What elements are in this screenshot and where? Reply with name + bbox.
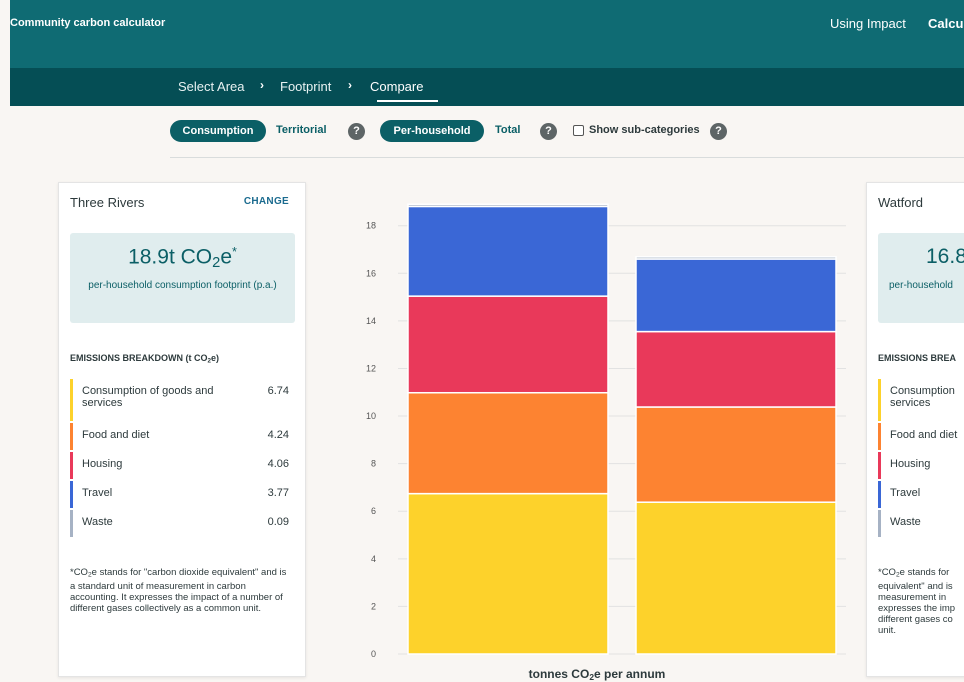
step-select-area[interactable]: Select Area (178, 79, 245, 94)
breakdown-color-bar (70, 481, 73, 508)
bar-segment[interactable] (407, 391, 609, 495)
show-sub-categories-label[interactable]: Show sub-categories (589, 124, 700, 136)
breakdown-label: Travel (890, 487, 921, 499)
breakdown-color-bar (878, 510, 881, 537)
breakdown-label: Waste (82, 516, 113, 528)
breakdown-label: Travel (82, 487, 113, 499)
bar-segment[interactable] (407, 203, 609, 208)
y-tick-label: 16 (366, 268, 376, 278)
step-footprint[interactable]: Footprint (280, 79, 331, 94)
y-tick-label: 18 (366, 221, 376, 231)
show-sub-categories-checkbox[interactable] (573, 125, 584, 136)
step-compare[interactable]: Compare (370, 79, 423, 94)
breakdown-value: 6.74 (267, 385, 289, 397)
bar-segment[interactable] (407, 492, 609, 655)
breakdown-label: Consumption services (890, 385, 955, 409)
breakdown-value: 4.06 (267, 458, 289, 470)
y-tick-label: 12 (366, 363, 376, 373)
footprint-summary: 18.9t CO2e* per-household consumption fo… (70, 233, 295, 323)
change-area-button[interactable]: CHANGE (244, 196, 289, 207)
help-icon[interactable]: ? (348, 123, 365, 140)
bar-segment[interactable] (407, 295, 609, 394)
breakdown-label: Waste (890, 516, 921, 528)
bar-segment[interactable] (635, 258, 837, 333)
breakdown-row: Housing 4.06 (70, 452, 294, 479)
y-tick-label: 10 (366, 411, 376, 421)
footprint-value: 16.8 (926, 245, 964, 268)
total-toggle[interactable]: Total (495, 124, 520, 136)
x-axis-title: tonnes CO2e per annum (528, 667, 666, 682)
breakdown-title: EMISSIONS BREAKDOWN (t CO2e) (70, 353, 220, 365)
breakdown-value: 4.24 (267, 429, 289, 441)
area-card-left: Three Rivers CHANGE 18.9t CO2e* per-hous… (58, 182, 306, 677)
chevron-right-icon: › (260, 78, 264, 92)
y-tick-label: 8 (371, 459, 376, 469)
area-card-right: Watford 16.8 per-household EMISSIONS BRE… (866, 182, 964, 677)
y-tick-label: 2 (371, 601, 376, 611)
footprint-caption: per-household consumption footprint (p.a… (88, 280, 277, 291)
breakdown-color-bar (878, 379, 881, 421)
breakdown-row: Waste 0.09 (70, 510, 294, 537)
area-name: Three Rivers (70, 195, 145, 210)
breakdown-row: Consumption of goods and services 6.74 (70, 379, 294, 421)
help-icon[interactable]: ? (540, 123, 557, 140)
breakdown-label: Consumption of goods and services (82, 385, 214, 409)
footprint-value: 18.9t CO2e* (128, 245, 237, 272)
area-name: Watford (878, 195, 924, 210)
breakdown-label: Housing (82, 458, 123, 470)
bar-segment[interactable] (635, 406, 837, 503)
nav-using-impact[interactable]: Using Impact (830, 16, 906, 31)
bar-segment[interactable] (635, 501, 837, 655)
help-icon[interactable]: ? (710, 123, 727, 140)
active-step-underline (377, 100, 438, 102)
breakdown-value: 0.09 (267, 516, 289, 528)
co2e-footnote: *CO2e stands for "carbon dioxide equival… (70, 567, 287, 614)
breakdown-color-bar (878, 481, 881, 508)
y-tick-label: 6 (371, 506, 376, 516)
breakdown-label: Food and diet (82, 429, 150, 441)
y-tick-label: 14 (366, 316, 376, 326)
bar-segment[interactable] (635, 330, 837, 408)
breakdown-row: Housing (878, 452, 964, 479)
bar-segment[interactable] (407, 205, 609, 297)
view-toggles: Consumption Territorial ? Per-household … (0, 120, 964, 144)
breakdown-row: Travel 3.77 (70, 481, 294, 508)
breakdown-label: Food and diet (890, 429, 958, 441)
breakdown-row: Consumption services (878, 379, 964, 421)
app-title[interactable]: Community carbon calculator (10, 17, 165, 29)
breakdown-row: Travel (878, 481, 964, 508)
breakdown-color-bar (70, 452, 73, 479)
chevron-right-icon: › (348, 78, 352, 92)
breakdown-color-bar (878, 423, 881, 450)
bar-segment[interactable] (635, 256, 837, 260)
consumption-toggle[interactable]: Consumption (170, 120, 266, 142)
breakdown-color-bar (70, 379, 73, 421)
breakdown-row: Food and diet (878, 423, 964, 450)
top-bar: Community carbon calculator Using Impact… (10, 0, 964, 68)
breakdown-label: Housing (890, 458, 931, 470)
stacked-bar-chart: 0 2 4 6 8 10 12 14 16 18 (366, 203, 846, 659)
breakdown-row: Waste (878, 510, 964, 537)
breakdown-title: EMISSIONS BREA (878, 353, 957, 363)
breakdown-value: 3.77 (267, 487, 289, 499)
footprint-summary: 16.8 per-household (878, 233, 964, 323)
territorial-toggle[interactable]: Territorial (276, 124, 327, 136)
footprint-caption: per-household (889, 280, 953, 291)
per-household-toggle[interactable]: Per-household (380, 120, 484, 142)
breakdown-color-bar (70, 510, 73, 537)
y-tick-label: 4 (371, 554, 376, 564)
breakdown-color-bar (878, 452, 881, 479)
breakdown-row: Food and diet 4.24 (70, 423, 294, 450)
step-breadcrumb: Select Area › Footprint › Compare (10, 68, 964, 106)
nav-calculator[interactable]: Calcul (928, 16, 964, 31)
y-tick-label: 0 (371, 649, 376, 659)
breakdown-color-bar (70, 423, 73, 450)
divider (170, 157, 964, 158)
co2e-footnote: *CO2e stands for equivalent" and is meas… (878, 567, 956, 636)
